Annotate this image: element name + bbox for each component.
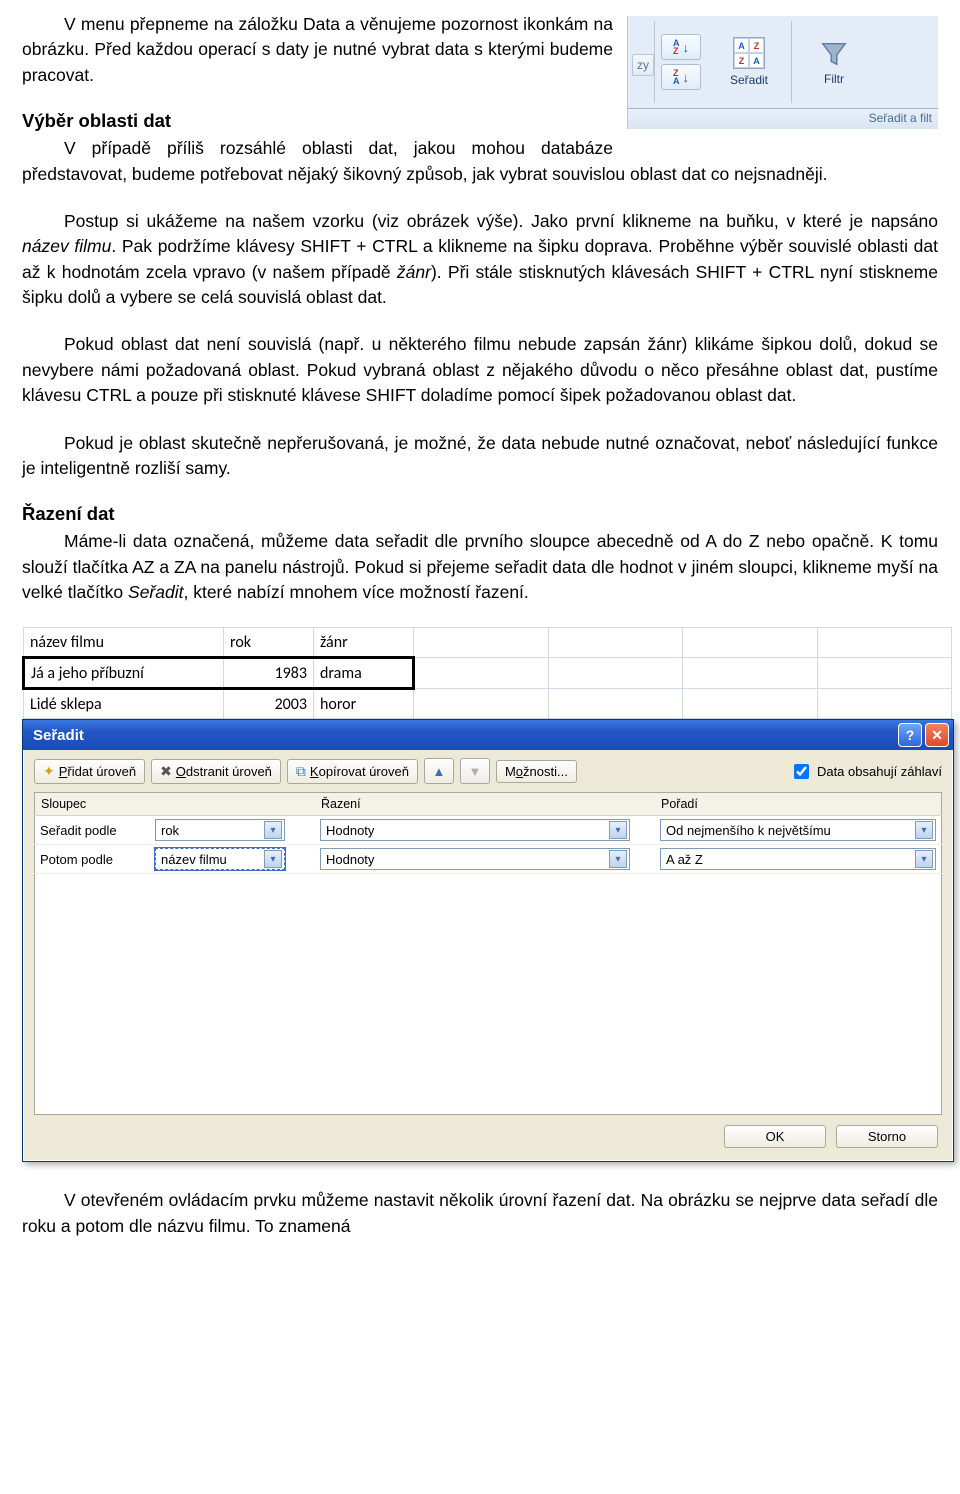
sheet-cell[interactable]: 2003 bbox=[224, 689, 314, 719]
ribbon-snippet: zy AZ ↓ ZA ↓ AZ ZA Seřadit bbox=[627, 16, 938, 129]
copy-level-button[interactable]: ⧉ Kopírovat úroveň bbox=[287, 759, 418, 784]
paragraph-p7: V otevřeném ovládacím prvku můžeme nasta… bbox=[22, 1188, 938, 1239]
ok-button[interactable]: OK bbox=[724, 1125, 826, 1148]
arrow-down-icon: ↓ bbox=[683, 70, 690, 85]
dialog-footer: OK Storno bbox=[34, 1115, 942, 1152]
order-dropdown[interactable]: Od nejmenšího k největšímu ▾ bbox=[660, 819, 936, 841]
paragraph-p3: Postup si ukážeme na našem vzorku (viz o… bbox=[22, 209, 938, 311]
dialog-title: Seřadit bbox=[33, 727, 84, 744]
chevron-down-icon: ▾ bbox=[609, 821, 627, 839]
sort-levels-table: Sloupec Řazení Pořadí Seřadit podle rok … bbox=[34, 792, 942, 874]
checkbox-label: Data obsahují záhlaví bbox=[817, 764, 942, 779]
sheet-row: Lidé sklepa 2003 horor bbox=[24, 689, 952, 719]
sheet-header-cell[interactable]: název filmu bbox=[24, 628, 224, 658]
sort-button-label: Seřadit bbox=[730, 73, 768, 87]
sheet-cell[interactable]: horor bbox=[314, 689, 414, 719]
dialog-titlebar: Seřadit ? ✕ bbox=[23, 720, 953, 750]
sort-table-empty-area bbox=[34, 874, 942, 1115]
copy-icon: ⧉ bbox=[296, 763, 306, 780]
filter-button-label: Filtr bbox=[824, 72, 844, 86]
paragraph-p4: Pokud oblast dat není souvislá (např. u … bbox=[22, 332, 938, 408]
funnel-icon bbox=[819, 39, 849, 72]
sheet-cell[interactable]: 1983 bbox=[224, 658, 314, 689]
sheet-header-cell[interactable]: žánr bbox=[314, 628, 414, 658]
sort-dialog-button[interactable]: AZ ZA Seřadit bbox=[713, 24, 785, 101]
sorton-dropdown[interactable]: Hodnoty ▾ bbox=[320, 848, 630, 870]
sort-ascending-button[interactable]: AZ ↓ bbox=[661, 34, 701, 60]
chevron-down-icon: ▾ bbox=[915, 850, 933, 868]
cancel-button[interactable]: Storno bbox=[836, 1125, 938, 1148]
sort-level-row: Potom podle název filmu ▾ Hodnoty ▾ bbox=[35, 845, 942, 874]
thenby-label: Potom podle bbox=[35, 845, 151, 874]
arrow-up-icon: ▲ bbox=[433, 764, 446, 779]
sortby-label: Seřadit podle bbox=[35, 816, 151, 845]
column-dropdown[interactable]: rok ▾ bbox=[155, 819, 285, 841]
sort-grid-icon: AZ ZA bbox=[733, 37, 765, 69]
ribbon-small-sort-buttons: AZ ↓ ZA ↓ bbox=[655, 16, 707, 108]
za-icon: ZA bbox=[673, 69, 680, 85]
sheet-cell[interactable]: Lidé sklepa bbox=[24, 689, 224, 719]
sorton-dropdown[interactable]: Hodnoty ▾ bbox=[320, 819, 630, 841]
heading-razeni-dat: Řazení dat bbox=[22, 503, 938, 525]
arrow-down-icon: ↓ bbox=[683, 40, 690, 55]
paragraph-p5: Pokud je oblast skutečně nepřerušovaná, … bbox=[22, 431, 938, 482]
close-button[interactable]: ✕ bbox=[925, 723, 949, 747]
dialog-toolbar: ✦ PPřidat úroveňřidat úroveň ✖ Odstranit… bbox=[34, 758, 942, 792]
sheet-header-cell[interactable]: rok bbox=[224, 628, 314, 658]
col-header-sorton: Řazení bbox=[315, 793, 655, 816]
az-icon: AZ bbox=[673, 39, 680, 55]
ribbon-group-label: Seřadit a filt bbox=[628, 109, 938, 129]
sheet-cell[interactable]: drama bbox=[314, 658, 414, 689]
chevron-down-icon: ▾ bbox=[915, 821, 933, 839]
chevron-down-icon: ▾ bbox=[264, 821, 282, 839]
close-icon: ✕ bbox=[931, 727, 943, 744]
sort-level-row: Seřadit podle rok ▾ Hodnoty ▾ bbox=[35, 816, 942, 845]
sheet-row: Já a jeho příbuzní 1983 drama bbox=[24, 658, 952, 689]
ribbon-tab-stub: zy bbox=[632, 54, 654, 76]
arrow-down-icon: ▼ bbox=[469, 764, 482, 779]
delete-level-button[interactable]: ✖ Odstranit úroveň bbox=[151, 759, 281, 784]
delete-icon: ✖ bbox=[160, 763, 172, 780]
column-dropdown[interactable]: název filmu ▾ bbox=[155, 848, 285, 870]
move-up-button[interactable]: ▲ bbox=[424, 758, 454, 784]
move-down-button[interactable]: ▼ bbox=[460, 758, 490, 784]
checkbox-input[interactable] bbox=[794, 764, 809, 779]
paragraph-p2: V případě příliš rozsáhlé oblasti dat, j… bbox=[22, 136, 938, 187]
plus-icon: ✦ bbox=[43, 763, 55, 780]
options-button[interactable]: Možnosti... bbox=[496, 760, 577, 783]
sort-descending-button[interactable]: ZA ↓ bbox=[661, 64, 701, 90]
help-icon: ? bbox=[906, 727, 915, 743]
chevron-down-icon: ▾ bbox=[609, 850, 627, 868]
chevron-down-icon: ▾ bbox=[264, 850, 282, 868]
sort-dialog: Seřadit ? ✕ ✦ PPřidat úroveňřidat úroveň… bbox=[22, 719, 954, 1162]
help-button[interactable]: ? bbox=[898, 723, 922, 747]
col-header-order: Pořadí bbox=[655, 793, 942, 816]
spreadsheet-preview: název filmu rok žánr Já a jeho příbuzní … bbox=[22, 627, 952, 719]
has-header-checkbox[interactable]: Data obsahují záhlaví bbox=[790, 761, 942, 782]
order-dropdown[interactable]: A až Z ▾ bbox=[660, 848, 936, 870]
add-level-button[interactable]: ✦ PPřidat úroveňřidat úroveň bbox=[34, 759, 145, 784]
col-header-column: Sloupec bbox=[35, 793, 316, 816]
sheet-cell[interactable]: Já a jeho příbuzní bbox=[24, 658, 224, 689]
paragraph-p6: Máme-li data označená, můžeme data seřad… bbox=[22, 529, 938, 605]
filter-button[interactable]: Filtr bbox=[798, 24, 870, 101]
sheet-header-row: název filmu rok žánr bbox=[24, 628, 952, 658]
